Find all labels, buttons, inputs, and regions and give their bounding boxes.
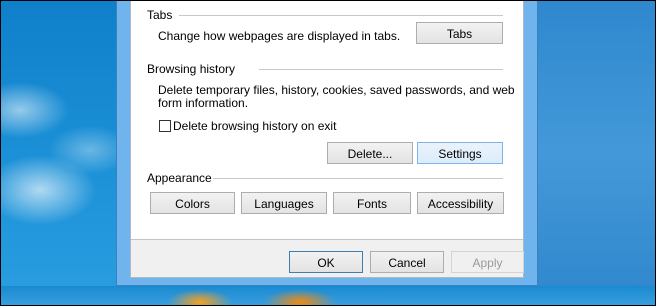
appearance-group-title: Appearance [147,171,212,185]
delete-on-exit-checkbox[interactable] [159,120,171,132]
browsing-history-description-line2: form information. [158,96,249,110]
apply-button: Apply [451,251,524,273]
accessibility-button[interactable]: Accessibility [417,192,504,214]
settings-button[interactable]: Settings [417,142,503,164]
browsing-history-group-title: Browsing history [147,62,236,76]
general-tab-panel: Tabs Change how webpages are displayed i… [131,0,523,240]
browsing-history-group-divider [259,69,503,70]
cancel-button[interactable]: Cancel [370,251,444,273]
tabs-group-title: Tabs [147,8,173,22]
delete-on-exit-label[interactable]: Delete browsing history on exit [173,119,336,133]
desktop-wallpaper-right [538,0,656,306]
browsing-history-description-line1: Delete temporary files, history, cookies… [158,83,515,97]
tabs-description: Change how webpages are displayed in tab… [158,29,401,43]
delete-button[interactable]: Delete... [327,142,413,164]
desktop-wallpaper-bottom [0,286,656,306]
tabs-group-divider [179,15,503,16]
ok-button[interactable]: OK [289,251,363,273]
desktop-wallpaper-left [0,0,130,306]
dialog-client-area: Tabs Change how webpages are displayed i… [130,0,524,278]
appearance-group-divider [213,178,503,179]
tabs-button[interactable]: Tabs [416,22,503,44]
internet-options-dialog: Tabs Change how webpages are displayed i… [116,0,538,286]
colors-button[interactable]: Colors [150,192,235,214]
fonts-button[interactable]: Fonts [333,192,411,214]
languages-button[interactable]: Languages [241,192,327,214]
